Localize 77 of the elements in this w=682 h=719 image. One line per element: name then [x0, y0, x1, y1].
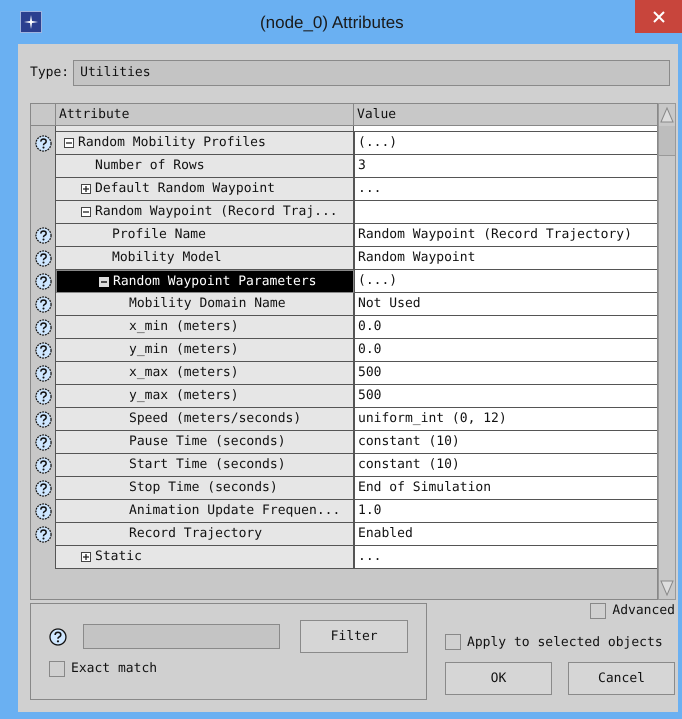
attribute-cell[interactable]: y_max (meters)	[56, 385, 354, 408]
value-cell[interactable]: constant (10)	[354, 454, 657, 477]
attribute-cell[interactable]: Record Trajectory	[56, 523, 354, 546]
help-icon[interactable]	[34, 273, 52, 290]
attribute-cell[interactable]: Pause Time (seconds)	[56, 431, 354, 454]
filter-field[interactable]	[82, 624, 280, 649]
help-icon[interactable]	[49, 628, 67, 646]
value-cell[interactable]: 500	[354, 362, 657, 385]
window-title: (node_0) Attributes	[260, 12, 404, 34]
type-label: Type:	[30, 64, 70, 82]
value-cell[interactable]: Not Used	[354, 293, 657, 316]
attribute-cell[interactable]: Animation Update Frequen...	[56, 500, 354, 523]
value-cell[interactable]: constant (10)	[354, 431, 657, 454]
value-cell[interactable]	[354, 201, 657, 224]
value-cell[interactable]: 1.0	[354, 500, 657, 523]
value-cell[interactable]: Enabled	[354, 523, 657, 546]
collapse-icon[interactable]	[64, 138, 74, 148]
value-cell[interactable]: (...)	[354, 132, 657, 155]
help-icon[interactable]	[34, 457, 52, 474]
attribute-cell[interactable]: Start Time (seconds)	[56, 454, 354, 477]
help-icon[interactable]	[34, 342, 52, 359]
column-header[interactable]: Attribute	[56, 104, 354, 126]
expand-icon[interactable]	[81, 184, 91, 194]
help-icon[interactable]	[34, 365, 52, 382]
attribute-cell[interactable]: x_max (meters)	[56, 362, 354, 385]
value-cell[interactable]: ...	[354, 178, 657, 201]
help-icon[interactable]	[34, 388, 52, 405]
value-cell[interactable]: 3	[354, 155, 657, 178]
help-icon[interactable]	[34, 227, 52, 244]
value-cell[interactable]: 0.0	[354, 339, 657, 362]
help-icon[interactable]	[34, 250, 52, 267]
scroll-thumb[interactable]	[659, 126, 675, 156]
cancel-button[interactable]: Cancel	[568, 662, 675, 695]
attribute-cell[interactable]: Mobility Domain Name	[56, 293, 354, 316]
help-icon[interactable]	[34, 135, 52, 152]
attribute-cell[interactable]: Speed (meters/seconds)	[56, 408, 354, 431]
attribute-cell[interactable]: x_min (meters)	[56, 316, 354, 339]
checkbox[interactable]	[445, 634, 461, 650]
attribute-cell[interactable]: Random Mobility Profiles	[56, 132, 354, 155]
filter-button[interactable]: Filter	[300, 620, 408, 653]
value-cell[interactable]: 0.0	[354, 316, 657, 339]
attribute-cell[interactable]: Default Random Waypoint	[56, 178, 354, 201]
help-icon[interactable]	[34, 434, 52, 451]
expand-icon[interactable]	[81, 552, 91, 562]
type-field: Utilities	[73, 60, 670, 86]
help-icon[interactable]	[34, 526, 52, 543]
help-icon[interactable]	[34, 411, 52, 428]
advanced-label: Advanced	[612, 602, 675, 620]
attribute-cell[interactable]: Mobility Model	[56, 247, 354, 270]
checkbox[interactable]	[590, 602, 606, 619]
close-icon	[652, 10, 664, 22]
value-cell[interactable]: ...	[354, 546, 657, 569]
checkbox[interactable]	[49, 660, 65, 677]
help-icon[interactable]	[34, 480, 52, 497]
scrollbar[interactable]	[658, 103, 676, 600]
close-button[interactable]	[635, 0, 682, 33]
exact-match-label: Exact match	[71, 660, 158, 678]
apply-label: Apply to selected objects	[467, 634, 663, 652]
value-cell[interactable]: (...)	[354, 270, 657, 293]
attribute-cell[interactable]: Profile Name	[56, 224, 354, 247]
ok-button[interactable]: OK	[445, 662, 552, 695]
app-icon	[20, 11, 42, 33]
value-cell[interactable]: Random Waypoint	[354, 247, 657, 270]
attribute-cell[interactable]: y_min (meters)	[56, 339, 354, 362]
help-icon[interactable]	[34, 319, 52, 336]
help-icon[interactable]	[34, 296, 52, 313]
attribute-cell[interactable]: Random Waypoint Parameters	[56, 270, 354, 293]
attribute-cell[interactable]: Random Waypoint (Record Traj...	[56, 201, 354, 224]
value-cell[interactable]: uniform_int (0, 12)	[354, 408, 657, 431]
attribute-cell[interactable]: Static	[56, 546, 354, 569]
attribute-cell[interactable]: Number of Rows	[56, 155, 354, 178]
attribute-cell[interactable]: Stop Time (seconds)	[56, 477, 354, 500]
collapse-icon[interactable]	[81, 207, 91, 217]
value-cell[interactable]: End of Simulation	[354, 477, 657, 500]
value-cell[interactable]: Random Waypoint (Record Trajectory)	[354, 224, 657, 247]
help-icon[interactable]	[34, 503, 52, 520]
value-cell[interactable]: 500	[354, 385, 657, 408]
